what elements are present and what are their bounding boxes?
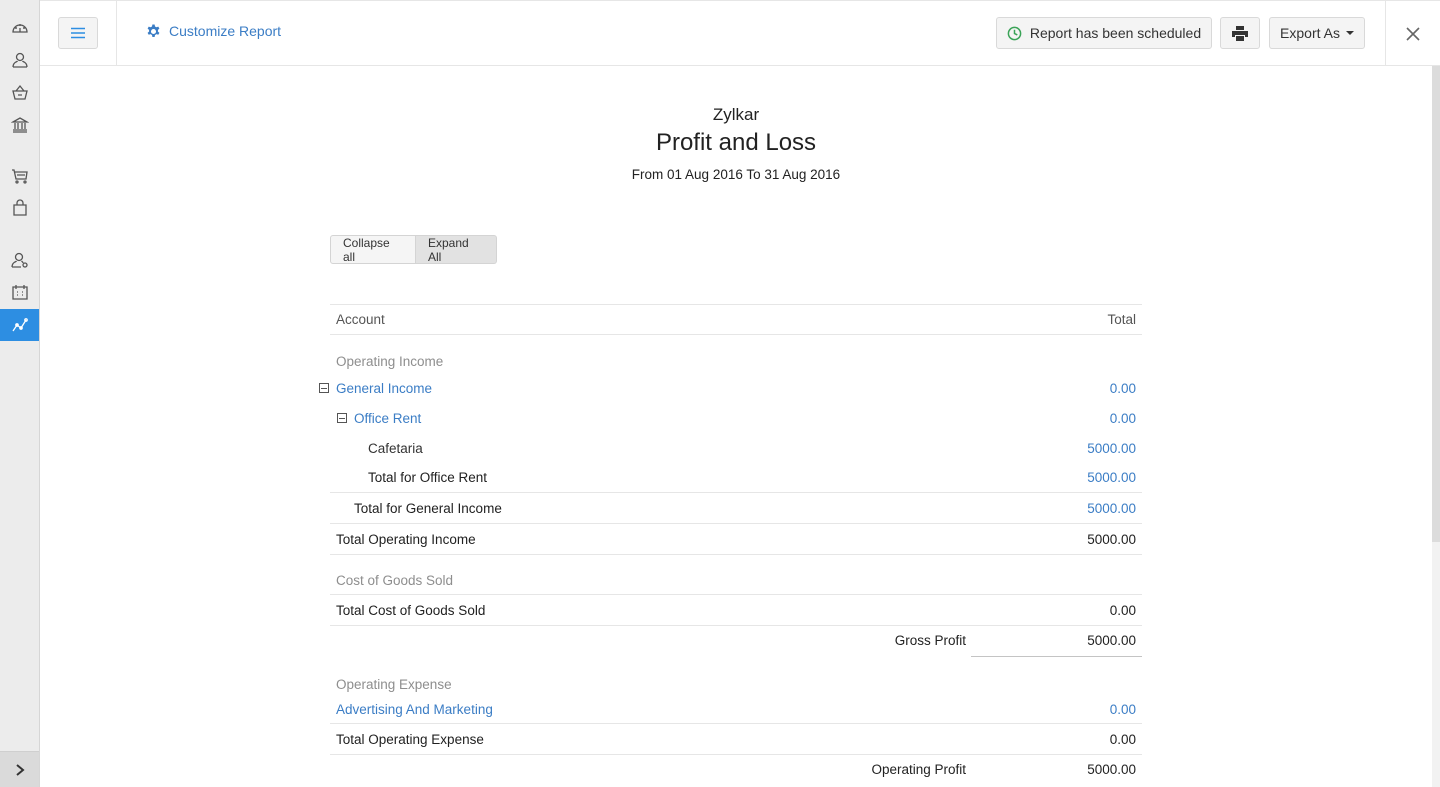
account-link[interactable]: General Income — [336, 381, 432, 396]
close-icon — [1406, 27, 1420, 41]
account-link[interactable]: Office Rent — [336, 411, 421, 426]
purchases-bag-icon — [12, 199, 27, 216]
customize-report-label: Customize Report — [169, 23, 282, 39]
total-amount: 0.00 — [1109, 602, 1136, 618]
table-row: Total for Office Rent 5000.00 — [330, 463, 1142, 493]
banking-icon — [10, 117, 29, 133]
total-row: Total Operating Expense 0.00 — [330, 724, 1142, 755]
divider — [1385, 1, 1386, 66]
total-label: Total Operating Income — [336, 531, 476, 547]
report-date-range: From 01 Aug 2016 To 31 Aug 2016 — [631, 167, 841, 182]
report-title: Profit and Loss — [655, 129, 817, 156]
gross-profit-row: Gross Profit 5000.00 — [330, 626, 1142, 657]
total-amount: 0.00 — [1109, 731, 1136, 747]
export-as-label: Export As — [1280, 25, 1340, 41]
total-label: Total Operating Expense — [336, 731, 484, 747]
table-row: Total for General Income 5000.00 — [330, 493, 1142, 524]
print-button[interactable] — [1220, 17, 1260, 49]
category-row: Cost of Goods Sold — [330, 567, 1142, 595]
items-basket-icon — [11, 84, 28, 100]
table-header: Account Total — [330, 304, 1142, 335]
menu-button[interactable] — [58, 17, 98, 49]
sidebar-item-dashboard[interactable] — [0, 13, 39, 43]
app: Customize Report Report has been schedul… — [0, 0, 1440, 787]
report-toolbar: Customize Report Report has been schedul… — [40, 0, 1440, 66]
close-button[interactable] — [1402, 23, 1424, 45]
sidebar-item-items[interactable] — [0, 77, 39, 107]
collapse-icon[interactable] — [319, 383, 329, 393]
chevron-right-icon — [15, 763, 25, 776]
sidebar — [0, 0, 40, 787]
divider — [116, 1, 117, 66]
hamburger-menu-icon — [71, 27, 85, 39]
subtotal-label: Total for Office Rent — [368, 470, 488, 485]
category-label: Cost of Goods Sold — [336, 573, 454, 588]
operating-profit-amount: 5000.00 — [1087, 762, 1136, 777]
caret-down-icon — [1345, 31, 1354, 35]
customize-report-link[interactable]: Customize Report — [146, 23, 281, 39]
amount-link[interactable]: 5000.00 — [1087, 470, 1136, 485]
amount-link[interactable]: 0.00 — [1110, 411, 1136, 426]
table-row: General Income 0.00 — [319, 373, 1142, 403]
amount-link[interactable]: 0.00 — [1110, 702, 1136, 717]
gear-icon — [147, 23, 160, 37]
organization-name: Zylkar — [712, 105, 760, 124]
category-label: Operating Expense — [336, 676, 452, 692]
dashboard-icon — [11, 23, 28, 33]
contacts-icon — [11, 52, 28, 68]
accountant-icon — [10, 252, 28, 268]
sidebar-item-purchases[interactable] — [0, 193, 39, 223]
gross-profit-amount: 5000.00 — [1087, 633, 1136, 648]
account-link[interactable]: Advertising And Marketing — [336, 702, 493, 717]
vertical-scrollbar[interactable] — [1432, 66, 1440, 787]
report-scheduled-button[interactable]: Report has been scheduled — [996, 17, 1212, 49]
table-row: Office Rent 0.00 — [330, 403, 1142, 433]
total-label: Total Cost of Goods Sold — [336, 602, 486, 618]
collapse-icon[interactable] — [337, 413, 347, 423]
report-header: Zylkar Profit and Loss From 01 Aug 2016 … — [40, 103, 1432, 185]
sidebar-item-banking[interactable] — [0, 109, 39, 139]
gross-profit-label: Gross Profit — [894, 633, 966, 648]
expand-collapse-toggle: Collapse all Expand All — [330, 235, 497, 264]
sidebar-expand-button[interactable] — [0, 751, 39, 787]
operating-profit-row: Operating Profit 5000.00 — [330, 755, 1142, 786]
amount-link[interactable]: 5000.00 — [1087, 501, 1136, 516]
operating-profit-label: Operating Profit — [871, 762, 966, 777]
column-header-total: Total — [1107, 312, 1136, 327]
category-label: Operating Income — [336, 353, 444, 369]
total-row: Total Operating Income 5000.00 — [330, 524, 1142, 555]
amount-link[interactable]: 0.00 — [1110, 381, 1136, 396]
subtotal-label: Total for General Income — [354, 500, 502, 516]
collapse-all-button[interactable]: Collapse all — [330, 235, 416, 264]
account-label: Cafetaria — [368, 440, 423, 456]
divider — [971, 656, 1142, 657]
sidebar-item-contacts[interactable] — [0, 45, 39, 75]
sales-cart-icon — [11, 169, 28, 184]
report-scheduled-label: Report has been scheduled — [1029, 25, 1202, 41]
total-amount: 5000.00 — [1087, 531, 1136, 547]
total-row: Total Cost of Goods Sold 0.00 — [330, 595, 1142, 626]
table-row: Cafetaria 5000.00 — [330, 433, 1142, 463]
reports-chart-icon — [11, 318, 28, 332]
column-header-account: Account — [336, 312, 385, 327]
profit-loss-table: Account Total Operating Income General I… — [319, 304, 1142, 786]
category-row: Operating Expense — [330, 672, 1142, 696]
timesheet-calendar-icon — [11, 285, 28, 300]
category-row: Operating Income — [330, 349, 1142, 373]
scrollbar-thumb[interactable] — [1432, 66, 1440, 542]
sidebar-item-reports[interactable] — [0, 309, 39, 341]
clock-icon — [1007, 26, 1022, 40]
sidebar-item-timesheet[interactable] — [0, 277, 39, 307]
amount-link[interactable]: 5000.00 — [1087, 441, 1136, 456]
sidebar-item-accountant[interactable] — [0, 245, 39, 275]
expand-all-button[interactable]: Expand All — [416, 235, 497, 264]
sidebar-item-sales[interactable] — [0, 161, 39, 191]
export-as-dropdown[interactable]: Export As — [1269, 17, 1365, 49]
table-row: Advertising And Marketing 0.00 — [330, 696, 1142, 724]
printer-icon — [1232, 25, 1248, 41]
